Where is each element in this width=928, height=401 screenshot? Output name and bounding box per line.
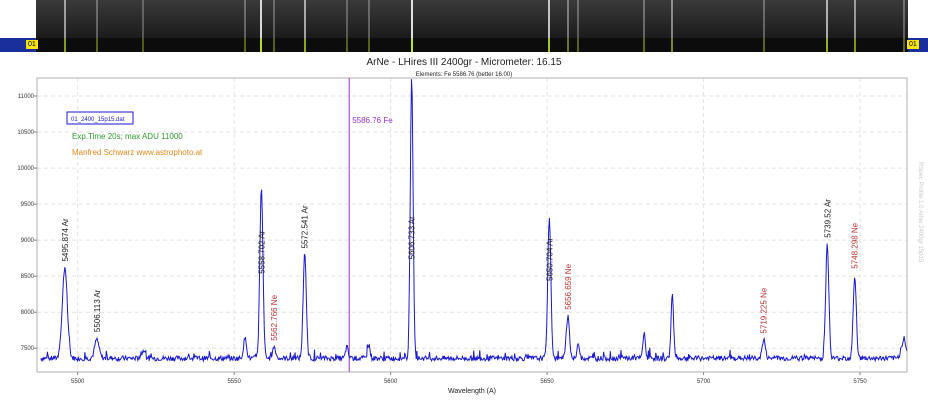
spectrum-image-line [826, 0, 829, 38]
spectrum-image-line [95, 0, 98, 38]
color-strip-line [643, 38, 646, 52]
y-tick-label: 10000 [17, 166, 34, 172]
emission-line-label: 5719.225 Ne [760, 287, 769, 333]
x-tick-label: 5500 [71, 379, 85, 385]
spectrum-image-line [566, 0, 569, 38]
y-tick-label: 9000 [21, 238, 35, 244]
emission-line-label: 5572.541 Ar [301, 205, 310, 248]
spectrum-image-line [548, 0, 551, 38]
strip-tag-right: 01 [907, 40, 919, 49]
color-strip-line [345, 38, 348, 52]
color-strip-line [142, 38, 145, 52]
y-tick-label: 9500 [21, 202, 35, 208]
color-strip-line [273, 38, 276, 52]
exposure-annotation: Exp.Time 20s; max ADU 11000 [72, 132, 183, 141]
emission-line-label: 5650.704 Ar [545, 237, 554, 280]
chart-title: ArNe - LHires III 2400gr - Micrometer: 1… [366, 57, 562, 68]
spectrum-image-line [244, 0, 247, 38]
y-tick-label: 11000 [18, 94, 35, 100]
y-tick-label: 8500 [21, 274, 35, 280]
color-strip-line [244, 38, 247, 52]
color-strip-line [260, 38, 263, 52]
emission-line-label: 5739.52 Ar [823, 199, 832, 238]
color-strip [36, 38, 908, 52]
spectrum-chart: ArNe - LHires III 2400gr - Micrometer: 1… [0, 52, 928, 401]
color-strip-line [762, 38, 765, 52]
color-strip-line [826, 38, 829, 52]
author-annotation: Manfred Schwarz www.astrophoto.at [72, 148, 203, 157]
color-strip-line [548, 38, 551, 52]
color-strip-line [853, 38, 856, 52]
color-strip-line [63, 38, 66, 52]
emission-line-label: 5656.659 Ne [564, 263, 573, 309]
spectrum-image-line [345, 0, 348, 38]
x-tick-label: 5750 [853, 379, 867, 385]
spectrum-image-line [303, 0, 306, 38]
color-strip-line [367, 38, 370, 52]
spectrum-image-line [63, 0, 66, 38]
spectrum-image-line [762, 0, 765, 38]
x-tick-label: 5550 [227, 379, 241, 385]
x-tick-label: 5600 [384, 379, 398, 385]
x-axis-label: Wavelength (A) [448, 388, 496, 395]
spectrum-image-line [643, 0, 646, 38]
chart-subtitle: Elements: Fe 5586.76 (better 16.00) [416, 72, 512, 78]
color-strip-line [902, 38, 905, 52]
spectrum-image-line [367, 0, 370, 38]
y-tick-label: 8000 [21, 310, 35, 316]
side-watermark-text: RSpec Profile 1.0 ArNe 2400gr 15p15 [917, 162, 923, 263]
emission-line-label: 5748.298 Ne [851, 222, 860, 268]
color-strip-line [410, 38, 413, 52]
color-strip-line [566, 38, 569, 52]
color-strip-line [671, 38, 674, 52]
spectrum-panel: 01 01 [0, 0, 928, 52]
emission-line-label: 5606.733 Ar [408, 216, 417, 259]
color-strip-line [95, 38, 98, 52]
file-label: 01_2400_15p15.dat [71, 117, 125, 123]
spectrum-image-line [853, 0, 856, 38]
x-tick-label: 5700 [697, 379, 711, 385]
color-strip-line [303, 38, 306, 52]
emission-line-label: 5562.766 Ne [270, 294, 279, 340]
strip-tag-left: 01 [26, 40, 38, 49]
spectrum-image-line [142, 0, 145, 38]
y-tick-label: 10500 [17, 130, 34, 136]
spectrum-image-line [577, 0, 580, 38]
raw-spectrum-image [36, 0, 908, 38]
spectrum-image-line [410, 0, 413, 38]
marker-label: 5586.76 Fe [352, 116, 393, 125]
spectrum-image-line [273, 0, 276, 38]
color-strip-line [577, 38, 580, 52]
emission-line-label: 5495.874 Ar [61, 218, 70, 261]
emission-line-label: 5506.113 Ar [93, 289, 102, 332]
spectrum-image-line [902, 0, 905, 38]
spectrum-image-line [671, 0, 674, 38]
emission-line-label: 5558.702 Ar [257, 230, 266, 273]
app-window: 01 01 ArNe - LHires III 2400gr - Microme… [0, 0, 928, 401]
y-tick-label: 7500 [21, 346, 35, 352]
x-tick-label: 5650 [540, 379, 554, 385]
spectrum-image-line [260, 0, 263, 38]
